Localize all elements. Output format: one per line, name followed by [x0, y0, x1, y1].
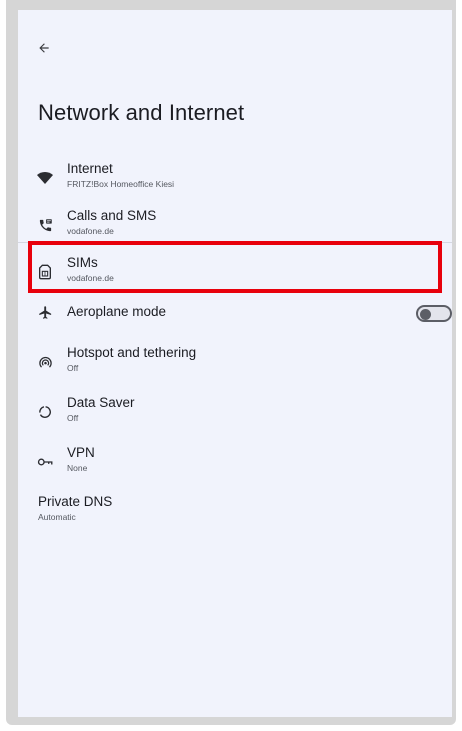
toggle-knob [420, 308, 431, 320]
hotspot-item[interactable]: Hotspot and tethering Off [18, 341, 452, 387]
item-label: Internet [67, 161, 113, 176]
item-label: Data Saver [67, 395, 135, 410]
hotspot-icon [34, 351, 56, 373]
vpn-key-icon [34, 451, 56, 473]
back-button[interactable] [32, 36, 56, 60]
item-label: Aeroplane mode [67, 304, 167, 319]
data-saver-icon [34, 401, 56, 423]
internet-item[interactable]: Internet FRITZ!Box Homeoffice Kiesi [18, 157, 452, 203]
device-frame: Network and Internet Internet FRITZ!Box … [6, 0, 456, 725]
calls-sms-icon [34, 214, 56, 236]
airplane-icon [34, 301, 56, 323]
item-label: Hotspot and tethering [67, 345, 197, 360]
item-subtitle: FRITZ!Box Homeoffice Kiesi [67, 179, 175, 189]
aeroplane-mode-item[interactable]: Aeroplane mode [18, 298, 452, 344]
item-label: VPN [67, 445, 95, 460]
arrow-back-icon [39, 43, 49, 53]
page-title: Network and Internet [38, 100, 245, 125]
wifi-icon [34, 167, 56, 189]
aeroplane-mode-toggle[interactable] [416, 305, 452, 322]
private-dns-label: Private DNS [38, 494, 113, 509]
private-dns-item[interactable]: Private DNS Automatic [38, 494, 112, 524]
data-saver-item[interactable]: Data Saver Off [18, 391, 452, 437]
vpn-item[interactable]: VPN None [18, 441, 452, 487]
item-subtitle: Off [67, 413, 79, 423]
highlight-box [28, 241, 442, 293]
item-subtitle: None [67, 463, 88, 473]
item-subtitle: Off [67, 363, 79, 373]
settings-screen: Network and Internet Internet FRITZ!Box … [18, 10, 452, 717]
item-label: Calls and SMS [67, 208, 157, 223]
item-subtitle: vodafone.de [67, 226, 114, 236]
private-dns-subtitle: Automatic [38, 512, 76, 522]
